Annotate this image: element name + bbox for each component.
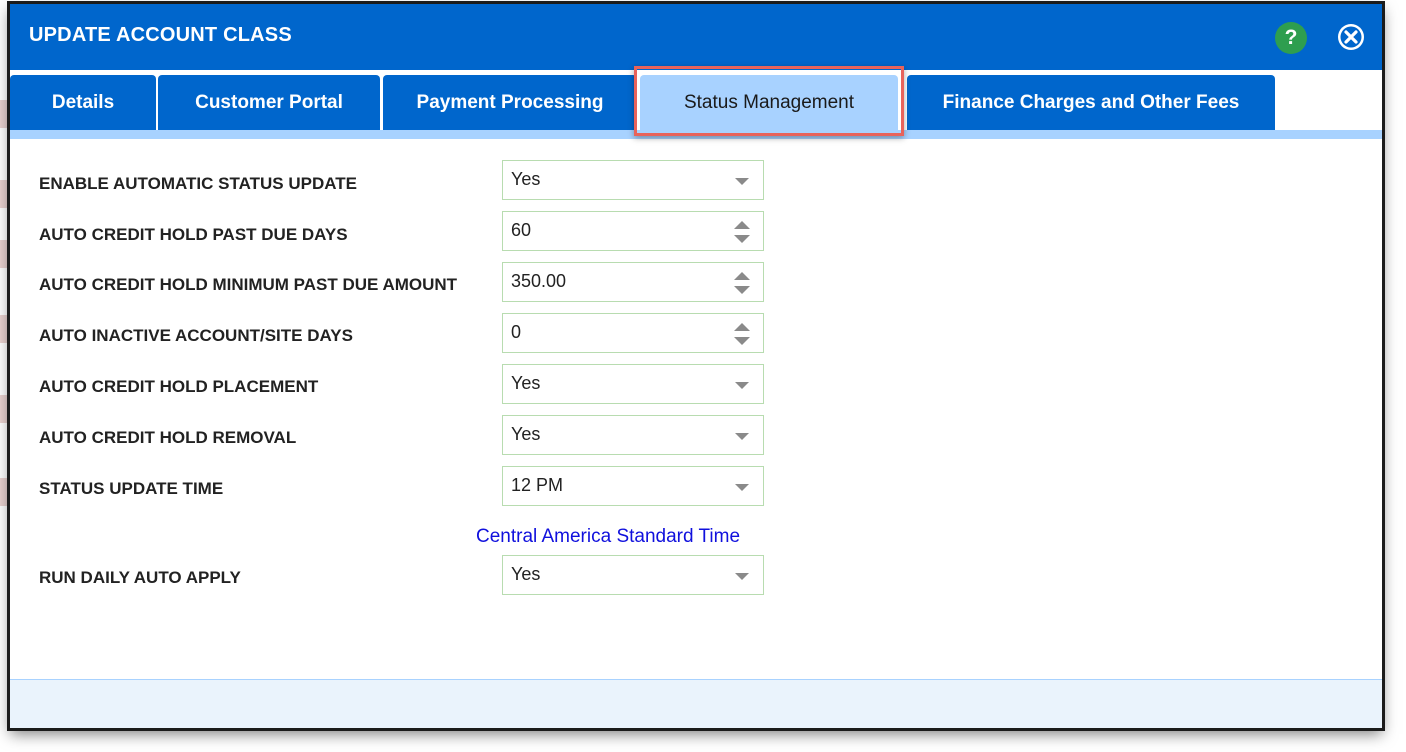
enable-auto-status-label: ENABLE AUTOMATIC STATUS UPDATE: [39, 174, 357, 193]
timezone-link[interactable]: Central America Standard Time: [476, 526, 740, 548]
hold-placement-select[interactable]: Yes: [502, 364, 764, 404]
tab-label: Details: [51, 92, 115, 113]
help-button[interactable]: ?: [1275, 22, 1307, 54]
past-due-days-label: AUTO CREDIT HOLD PAST DUE DAYS: [39, 225, 348, 244]
select-value: 12 PM: [511, 475, 564, 495]
select-value: Yes: [511, 564, 541, 584]
chevron-down-icon: [735, 382, 749, 389]
input-value: 60: [511, 220, 532, 240]
input-value: 350.00: [511, 271, 567, 291]
chevron-down-icon: [735, 178, 749, 185]
spin-up-icon[interactable]: [734, 272, 750, 280]
select-value: Yes: [511, 424, 541, 444]
daily-auto-apply-select[interactable]: Yes: [502, 555, 764, 595]
close-button[interactable]: [1336, 22, 1366, 52]
spin-down-icon[interactable]: [734, 286, 750, 294]
spin-down-icon[interactable]: [734, 337, 750, 345]
hold-placement-label: AUTO CREDIT HOLD PLACEMENT: [39, 377, 319, 396]
tab-details[interactable]: Details: [10, 75, 156, 131]
inactive-days-label: AUTO INACTIVE ACCOUNT/SITE DAYS: [39, 326, 353, 345]
chevron-down-icon: [735, 484, 749, 491]
tab-label: Finance Charges and Other Fees: [942, 92, 1240, 113]
chevron-down-icon: [735, 573, 749, 580]
update-time-select[interactable]: 12 PM: [502, 466, 764, 506]
select-value: Yes: [511, 373, 541, 393]
close-icon: [1338, 24, 1364, 50]
dialog-footer: [10, 679, 1382, 728]
hold-removal-label: AUTO CREDIT HOLD REMOVAL: [39, 428, 297, 447]
chevron-down-icon: [735, 433, 749, 440]
select-value: Yes: [511, 169, 541, 189]
hold-removal-select[interactable]: Yes: [502, 415, 764, 455]
spin-down-icon[interactable]: [734, 235, 750, 243]
input-value: 0: [511, 322, 522, 342]
spin-up-icon[interactable]: [734, 323, 750, 331]
enable-auto-status-select[interactable]: Yes: [502, 160, 764, 200]
tab-label: Customer Portal: [195, 92, 343, 113]
tab-payment-processing[interactable]: Payment Processing: [383, 75, 637, 131]
dialog-titlebar: UPDATE ACCOUNT CLASS ?: [10, 4, 1382, 70]
tab-status-management[interactable]: Status Management: [640, 75, 898, 131]
tabs-underline: [10, 130, 1382, 139]
tab-label: Status Management: [683, 92, 855, 113]
inactive-days-input[interactable]: 0: [502, 313, 764, 353]
min-past-due-amount-input[interactable]: 350.00: [502, 262, 764, 302]
past-due-days-input[interactable]: 60: [502, 211, 764, 251]
help-icon: ?: [1284, 26, 1298, 49]
daily-auto-apply-label: RUN DAILY AUTO APPLY: [39, 568, 241, 587]
tab-customer-portal[interactable]: Customer Portal: [158, 75, 380, 131]
update-account-class-dialog: UPDATE ACCOUNT CLASS ? Details Customer …: [10, 4, 1382, 728]
min-past-due-amount-label: AUTO CREDIT HOLD MINIMUM PAST DUE AMOUNT: [39, 275, 458, 294]
update-time-label: STATUS UPDATE TIME: [39, 479, 224, 498]
dialog-title: UPDATE ACCOUNT CLASS: [29, 24, 292, 46]
spin-up-icon[interactable]: [734, 221, 750, 229]
tab-label: Payment Processing: [416, 92, 604, 113]
tab-finance-charges[interactable]: Finance Charges and Other Fees: [907, 75, 1275, 131]
